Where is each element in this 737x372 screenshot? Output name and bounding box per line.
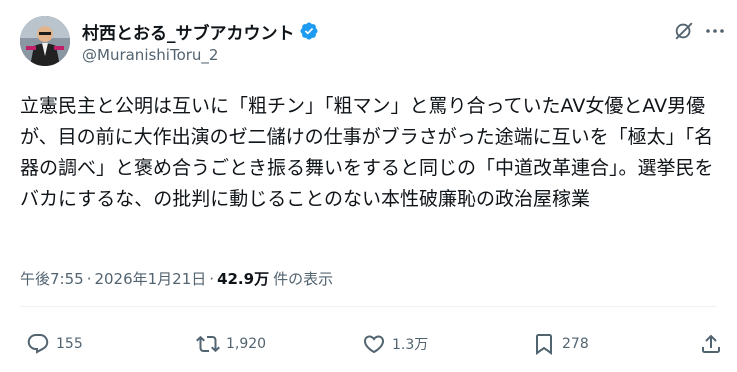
views-label: 件の表示 <box>273 270 334 288</box>
avatar-image <box>20 16 70 66</box>
tweet: 村西とおる_サブアカウント @MuranishiToru_2 立憲民主と公明は互… <box>0 0 737 372</box>
reply-icon <box>27 334 49 354</box>
verified-badge-icon[interactable] <box>299 21 319 41</box>
reply-button[interactable]: 155 <box>26 332 83 356</box>
avatar[interactable] <box>20 16 70 66</box>
display-name[interactable]: 村西とおる_サブアカウント <box>82 19 295 44</box>
retweet-button[interactable]: 1,920 <box>196 332 266 356</box>
author-handle[interactable]: @MuranishiToru_2 <box>82 46 218 64</box>
post-text: 立憲民主と公明は互いに「粗チン」「粗マン」と罵り合っていたAV女優とAV男優が、… <box>20 95 714 210</box>
grok-icon[interactable] <box>673 20 695 42</box>
views-count: 42.9万 <box>217 270 270 288</box>
author-name-row[interactable]: 村西とおる_サブアカウント <box>82 19 319 44</box>
post-meta: 午後7:55 · 2026年1月21日 · 42.9万 件の表示 <box>20 268 333 289</box>
reply-count: 155 <box>56 336 83 352</box>
share-icon <box>702 334 720 353</box>
retweet-count: 1,920 <box>226 336 267 352</box>
retweet-icon <box>196 335 220 353</box>
post-date[interactable]: 2026年1月21日 <box>94 268 206 289</box>
post-time[interactable]: 午後7:55 <box>20 268 84 289</box>
share-button[interactable] <box>699 332 723 356</box>
heart-icon <box>363 335 385 354</box>
meta-separator: · <box>86 269 92 288</box>
bookmark-count: 278 <box>562 336 589 352</box>
meta-separator: · <box>209 269 215 288</box>
like-count: 1.3万 <box>392 337 429 353</box>
bookmark-icon <box>536 334 552 355</box>
more-options-icon[interactable] <box>703 20 727 42</box>
divider <box>20 306 717 307</box>
bookmark-button[interactable]: 278 <box>532 332 589 356</box>
like-button[interactable]: 1.3万 <box>362 332 428 356</box>
